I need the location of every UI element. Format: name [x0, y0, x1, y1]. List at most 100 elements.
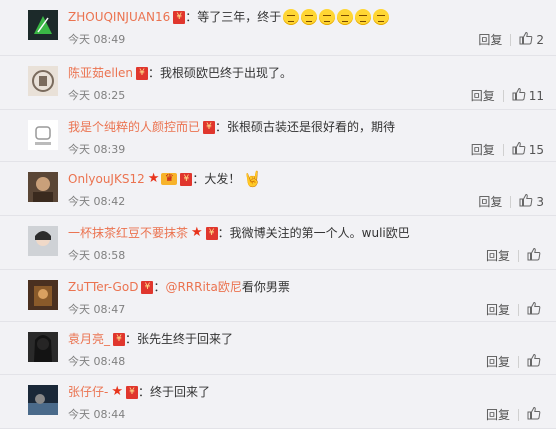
like-button[interactable]: 2: [519, 31, 544, 49]
divider: [510, 34, 512, 46]
username-link[interactable]: 我是个纯粹的人颜控而已: [68, 119, 200, 135]
divider: [510, 196, 512, 208]
red-packet-icon[interactable]: [126, 385, 138, 399]
comment-line: 陈亚茹ellen ：我根硕欧巴终于出现了。: [68, 65, 292, 81]
like-button[interactable]: [527, 247, 544, 265]
avatar[interactable]: [28, 66, 58, 96]
vip-crown-icon: [161, 171, 178, 187]
like-button[interactable]: 11: [512, 87, 544, 105]
divider: [518, 304, 519, 316]
red-packet-icon[interactable]: [141, 280, 154, 294]
sleepy-face-emoji: [283, 9, 300, 25]
like-count: 11: [528, 89, 544, 103]
comment-row: 张仔仔-★ ：终于回来了今天 08:44 回复: [0, 375, 556, 429]
comment-time: 今天 08:44: [68, 408, 126, 421]
comment-line: ZuTTer-GoD ：@RRRita欧尼 看你男票: [68, 279, 290, 295]
avatar[interactable]: [28, 10, 58, 40]
like-count: 3: [536, 195, 544, 209]
comment-actions: 回复 3: [478, 193, 544, 211]
comment-text: ：等了三年，终于: [185, 10, 282, 24]
thumbs-up-icon: [527, 406, 544, 424]
like-button[interactable]: 15: [512, 141, 544, 159]
red-packet-icon[interactable]: [113, 332, 126, 346]
divider: [502, 90, 504, 102]
star-icon: ★: [191, 225, 203, 240]
comment-row: OnlyouJKS12★ ：大发！🤘 今天 08:42 回复 3: [0, 162, 556, 216]
username-link[interactable]: ZHOUQINJUAN16: [68, 9, 170, 25]
reply-button[interactable]: 回复: [486, 302, 510, 318]
reply-button[interactable]: 回复: [486, 354, 510, 370]
comment-time: 今天 08:47: [68, 303, 126, 316]
comment-row: ZHOUQINJUAN16 ：等了三年，终于今天 08:49 回复 2: [0, 0, 556, 56]
comment-line: ZHOUQINJUAN16 ：等了三年，终于: [68, 9, 390, 25]
avatar[interactable]: [28, 120, 58, 150]
thumbs-up-icon: [527, 247, 544, 265]
comment-line: OnlyouJKS12★ ：大发！🤘: [68, 171, 262, 187]
avatar[interactable]: [28, 226, 58, 256]
comment-text: ：张先生终于回来了: [125, 332, 234, 346]
comment-line: 一杯抹茶红豆不要抹茶★ ：我微博关注的第一个人。wuli欧巴: [68, 225, 410, 241]
comment-actions: 回复 15: [471, 141, 544, 159]
divider: [518, 250, 519, 262]
comment-row: ZuTTer-GoD ：@RRRita欧尼 看你男票今天 08:47 回复: [0, 270, 556, 322]
mention-link[interactable]: @RRRita欧尼: [165, 279, 241, 295]
username-link[interactable]: 一杯抹茶红豆不要抹茶: [68, 225, 188, 241]
username-link[interactable]: 陈亚茹ellen: [68, 65, 133, 81]
sleepy-face-emoji: [337, 9, 354, 25]
comment-text: ：: [153, 280, 166, 294]
comment-line: 袁月亮_ ：张先生终于回来了: [68, 331, 233, 347]
comment-time: 今天 08:48: [68, 355, 126, 368]
thumbs-up-icon: [512, 141, 529, 159]
comment-row: 陈亚茹ellen ：我根硕欧巴终于出现了。今天 08:25 回复 11: [0, 56, 556, 110]
comment-text-tail: 看你男票: [241, 280, 290, 294]
reply-button[interactable]: 回复: [471, 142, 495, 158]
like-button[interactable]: [527, 406, 544, 424]
avatar[interactable]: [28, 332, 58, 362]
comment-actions: 回复 2: [478, 31, 544, 49]
comment-row: 袁月亮_ ：张先生终于回来了今天 08:48 回复: [0, 322, 556, 375]
comment-row: 我是个纯粹的人颜控而已 ：张根硕古装还是很好看的，期待今天 08:39 回复 15: [0, 110, 556, 162]
reply-button[interactable]: 回复: [478, 194, 502, 210]
reply-button[interactable]: 回复: [486, 248, 510, 264]
comment-actions: 回复: [486, 247, 544, 265]
thumbs-up-icon: [527, 301, 544, 319]
comment-text: ：大发！: [192, 172, 241, 186]
comment-row: 一杯抹茶红豆不要抹茶★ ：我微博关注的第一个人。wuli欧巴今天 08:58 回复: [0, 216, 556, 270]
like-button[interactable]: [527, 353, 544, 371]
comment-time: 今天 08:39: [68, 143, 126, 156]
like-button[interactable]: [527, 301, 544, 319]
sleepy-face-emoji: [355, 9, 372, 25]
reply-button[interactable]: 回复: [478, 32, 502, 48]
sleepy-face-emoji: [301, 9, 318, 25]
like-button[interactable]: 3: [519, 193, 544, 211]
comment-text: ：我根硕欧巴终于出现了。: [148, 66, 293, 80]
avatar[interactable]: [28, 280, 58, 310]
like-count: 15: [528, 143, 544, 157]
thumbs-up-icon: [527, 353, 544, 371]
red-packet-icon[interactable]: [205, 226, 218, 240]
sleepy-face-emoji: [373, 9, 390, 25]
red-packet-icon[interactable]: [203, 120, 216, 134]
avatar[interactable]: [28, 385, 58, 415]
red-packet-icon[interactable]: [136, 66, 149, 80]
reply-button[interactable]: 回复: [486, 407, 510, 423]
red-packet-icon[interactable]: [180, 172, 193, 186]
sleepy-face-emoji: [319, 9, 336, 25]
username-link[interactable]: ZuTTer-GoD: [68, 279, 138, 295]
username-link[interactable]: 张仔仔-: [68, 384, 108, 400]
star-icon: ★: [111, 384, 123, 399]
comment-line: 我是个纯粹的人颜控而已 ：张根硕古装还是很好看的，期待: [68, 119, 395, 135]
username-link[interactable]: 袁月亮_: [68, 331, 110, 347]
rock-hand-emoji: 🤘: [243, 170, 263, 188]
username-link[interactable]: OnlyouJKS12: [68, 171, 145, 187]
reply-button[interactable]: 回复: [471, 88, 495, 104]
avatar[interactable]: [28, 172, 58, 202]
comment-text: ：张根硕古装还是很好看的，期待: [215, 120, 396, 134]
comment-time: 今天 08:42: [68, 195, 126, 208]
red-packet-icon[interactable]: [173, 10, 186, 24]
thumbs-up-icon: [512, 87, 529, 105]
divider: [502, 144, 504, 156]
comment-time: 今天 08:25: [68, 89, 126, 102]
comment-list: ZHOUQINJUAN16 ：等了三年，终于今天 08:49 回复 2 陈亚茹ellen…: [0, 0, 556, 429]
star-icon: ★: [147, 171, 160, 186]
